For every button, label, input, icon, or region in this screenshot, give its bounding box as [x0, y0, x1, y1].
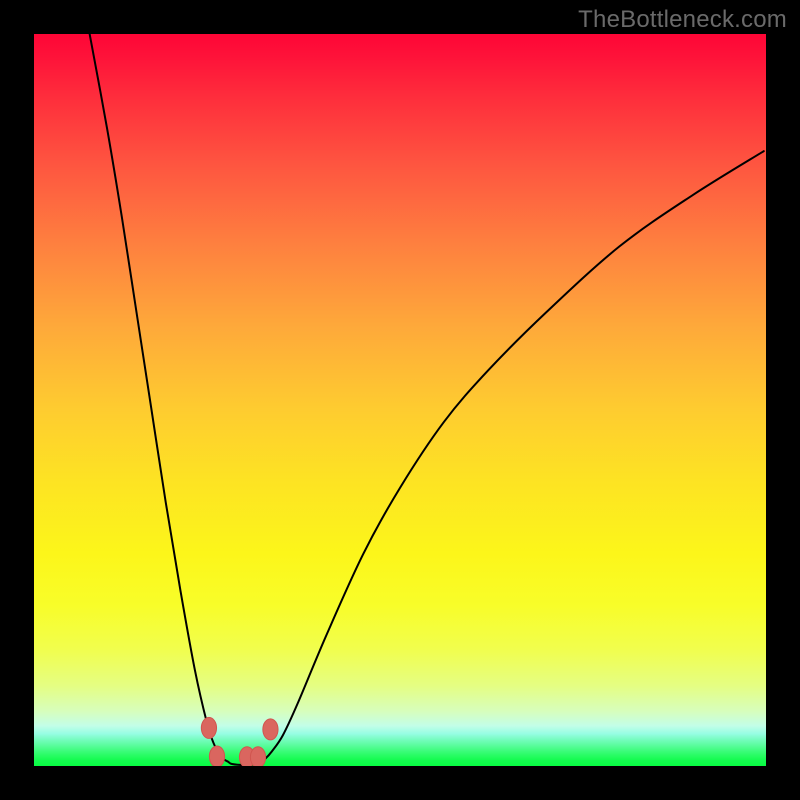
curve-path: [90, 34, 764, 765]
plot-area: [34, 34, 766, 766]
bottleneck-curve: [90, 34, 764, 765]
marker-dot-3: [250, 747, 265, 766]
chart-svg: [34, 34, 766, 766]
marker-dot-4: [263, 719, 278, 740]
marker-dot-0: [201, 717, 216, 738]
watermark-text: TheBottleneck.com: [578, 6, 787, 34]
chart-frame: TheBottleneck.com: [0, 0, 800, 800]
marker-dot-1: [209, 746, 224, 766]
